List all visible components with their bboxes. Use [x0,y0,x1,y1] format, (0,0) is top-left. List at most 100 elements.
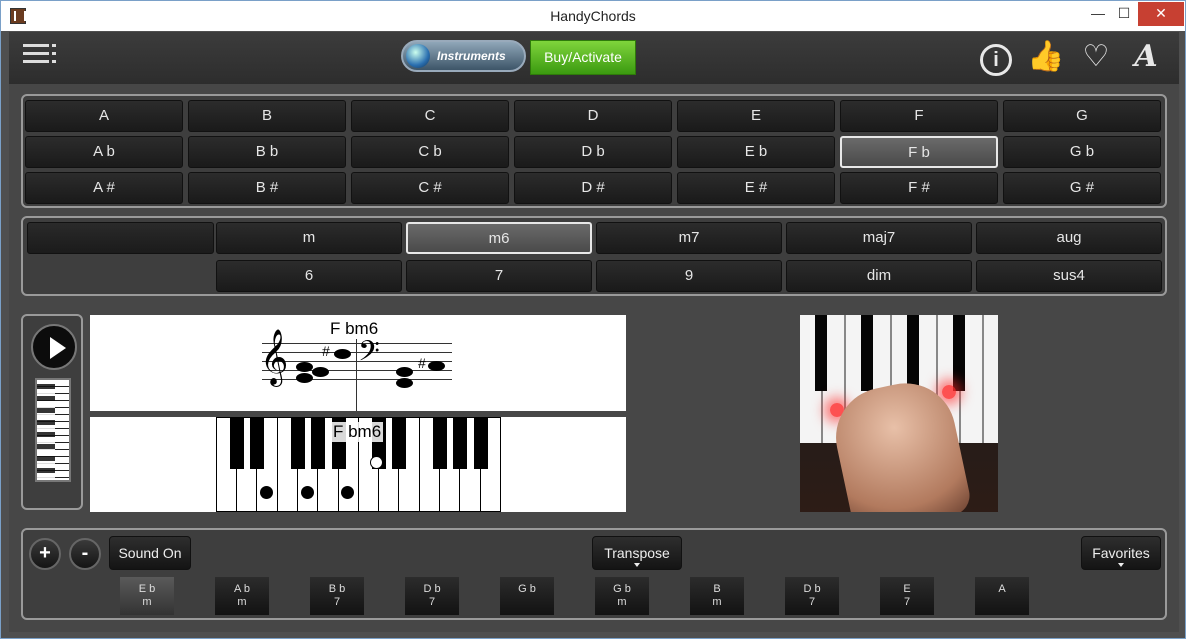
close-button[interactable]: ✕ [1138,2,1184,26]
instruments-button[interactable]: Instruments [401,40,526,72]
chord-sequence-item[interactable]: E7 [880,577,934,615]
quality-key[interactable]: m [216,222,402,254]
chord-sequence-item[interactable]: A bm [215,577,269,615]
quality-key[interactable]: m6 [406,222,592,254]
keyboard-view-icon[interactable] [35,378,71,482]
root-key[interactable]: F b [840,136,998,168]
quality-key[interactable]: m7 [596,222,782,254]
quality-blank [27,222,214,254]
font-icon[interactable]: A [1127,38,1165,76]
app-window: HandyChords — ☐ ✕ Instruments Buy/Activa… [0,0,1186,639]
quality-key[interactable]: maj7 [786,222,972,254]
pressed-key-marker [301,486,314,499]
menu-icon[interactable] [23,44,57,74]
root-key[interactable]: A b [25,136,183,168]
instruments-icon [406,44,430,68]
buy-activate-button[interactable]: Buy/Activate [530,40,636,75]
app-body: Instruments Buy/Activate i 👍 ♡ A ABCDEFG… [9,32,1179,632]
pressed-key-marker [260,486,273,499]
root-key[interactable]: D [514,100,672,132]
chord-quality-label: 7 [903,596,911,608]
staff-note [296,373,313,383]
chord-quality-label: 7 [808,596,816,608]
chord-sequence-item[interactable]: E bm [120,577,174,615]
piano-chord-label: F bm6 [331,422,384,442]
favorites-label: Favorites [1092,545,1150,561]
instruments-label: Instruments [437,49,506,63]
chord-root-label: E b [138,583,156,595]
black-key [230,418,244,469]
quality-key[interactable]: 7 [406,260,592,292]
root-key[interactable]: E b [677,136,835,168]
staff-notation: F bm6 𝄞 𝄢 # # [90,315,626,411]
chevron-down-icon [634,563,640,567]
chord-sequence-item[interactable]: D b7 [785,577,839,615]
sharp-sign: # [322,343,330,359]
quality-key[interactable]: 6 [216,260,402,292]
sound-toggle-button[interactable]: Sound On [109,536,191,570]
chord-quality-label: 7 [333,596,341,608]
root-key[interactable]: F [840,100,998,132]
root-key[interactable]: D # [514,172,672,204]
favorites-button[interactable]: Favorites [1081,536,1161,570]
maximize-button[interactable]: ☐ [1111,2,1137,26]
root-key[interactable]: A # [25,172,183,204]
black-key [392,418,407,469]
info-glyph: i [980,44,1012,76]
black-key [453,418,468,469]
quality-key[interactable]: sus4 [976,260,1162,292]
chord-sequence-item[interactable]: B b7 [310,577,364,615]
chord-root-label: A b [234,583,250,595]
root-key[interactable]: B [188,100,346,132]
staff-note [396,367,413,377]
hand-on-piano-photo [800,315,998,512]
heart-icon[interactable]: ♡ [1077,38,1115,76]
chord-root-label: G b [518,583,536,595]
chord-sequence-item[interactable]: Bm [690,577,744,615]
chord-root-label: B b [328,583,346,595]
info-icon[interactable]: i [977,38,1015,76]
chord-quality-label: m [712,596,722,608]
chevron-down-icon [1118,563,1124,567]
staff-note [396,378,413,388]
root-key[interactable]: C [351,100,509,132]
transpose-button[interactable]: Transpose [592,536,682,570]
chord-root-label: A [998,583,1006,595]
root-key[interactable]: B b [188,136,346,168]
chord-sequence-item[interactable]: G b [500,577,554,615]
root-key[interactable]: A [25,100,183,132]
sharp-sign: # [418,355,426,371]
chord-root-label: G b [613,583,631,595]
root-key[interactable]: C # [351,172,509,204]
root-key[interactable]: F # [840,172,998,204]
root-key[interactable]: G # [1003,172,1161,204]
black-key [473,418,488,469]
root-key[interactable]: B # [188,172,346,204]
thumbs-up-icon[interactable]: 👍 [1027,38,1065,76]
chord-sequence-item[interactable]: D b7 [405,577,459,615]
quality-key[interactable]: 9 [596,260,782,292]
quality-key[interactable]: dim [786,260,972,292]
root-key[interactable]: G [1003,100,1161,132]
chord-sequence-item[interactable]: A [975,577,1029,615]
quality-key[interactable]: aug [976,222,1162,254]
chord-quality-label: 7 [428,596,436,608]
bass-clef-icon: 𝄢 [358,335,380,375]
remove-chord-button[interactable]: - [69,538,101,570]
root-key[interactable]: D b [514,136,672,168]
chord-sequence-item[interactable]: G bm [595,577,649,615]
chord-quality-label: m [617,596,627,608]
add-chord-button[interactable]: + [29,538,61,570]
play-button[interactable] [31,324,77,370]
root-key[interactable]: E [677,100,835,132]
minimize-button[interactable]: — [1085,2,1111,26]
staff-note [428,361,445,371]
transpose-label: Transpose [604,545,670,561]
chord-root-label: E [903,583,911,595]
root-key[interactable]: G b [1003,136,1161,168]
black-key [250,418,265,469]
root-key[interactable]: E # [677,172,835,204]
black-key [433,418,447,469]
title-bar: HandyChords — ☐ ✕ [1,1,1185,31]
root-key[interactable]: C b [351,136,509,168]
